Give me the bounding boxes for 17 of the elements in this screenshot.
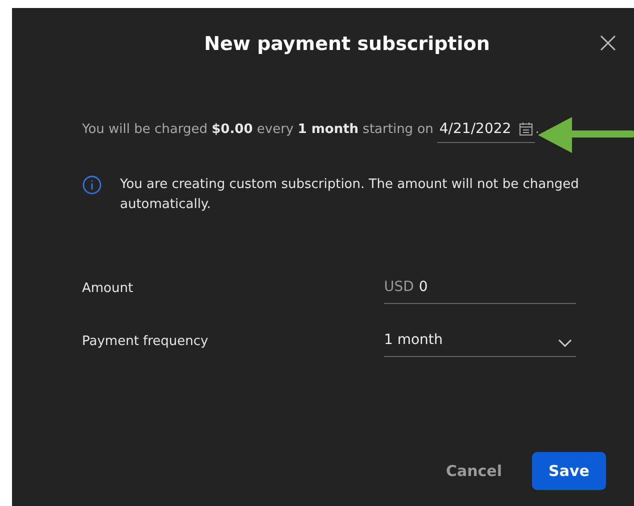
amount-field[interactable]: USD 0 — [384, 273, 576, 304]
calendar-icon[interactable] — [519, 122, 534, 136]
chevron-down-icon — [558, 339, 572, 347]
save-button[interactable]: Save — [532, 452, 606, 490]
close-icon[interactable] — [600, 35, 616, 51]
field-label: Amount — [82, 281, 134, 296]
cancel-button[interactable]: Cancel — [444, 454, 504, 488]
date-field[interactable]: 4/21/2022 — [437, 121, 536, 143]
period-mark: . — [535, 122, 540, 137]
info-icon — [82, 175, 102, 195]
info-message: You are creating custom subscription. The amount will not be changed automatically. — [120, 176, 580, 214]
amount-value: 0 — [418, 279, 428, 295]
field-label: Payment frequency — [82, 334, 210, 349]
dialog-title: New payment subscription — [204, 33, 490, 55]
frequency-dropdown[interactable]: 1 month — [384, 326, 576, 357]
currency-prefix: USD — [384, 279, 414, 295]
charge-summary: You will be charged $0.00 every 1 month starting on — [82, 122, 434, 137]
